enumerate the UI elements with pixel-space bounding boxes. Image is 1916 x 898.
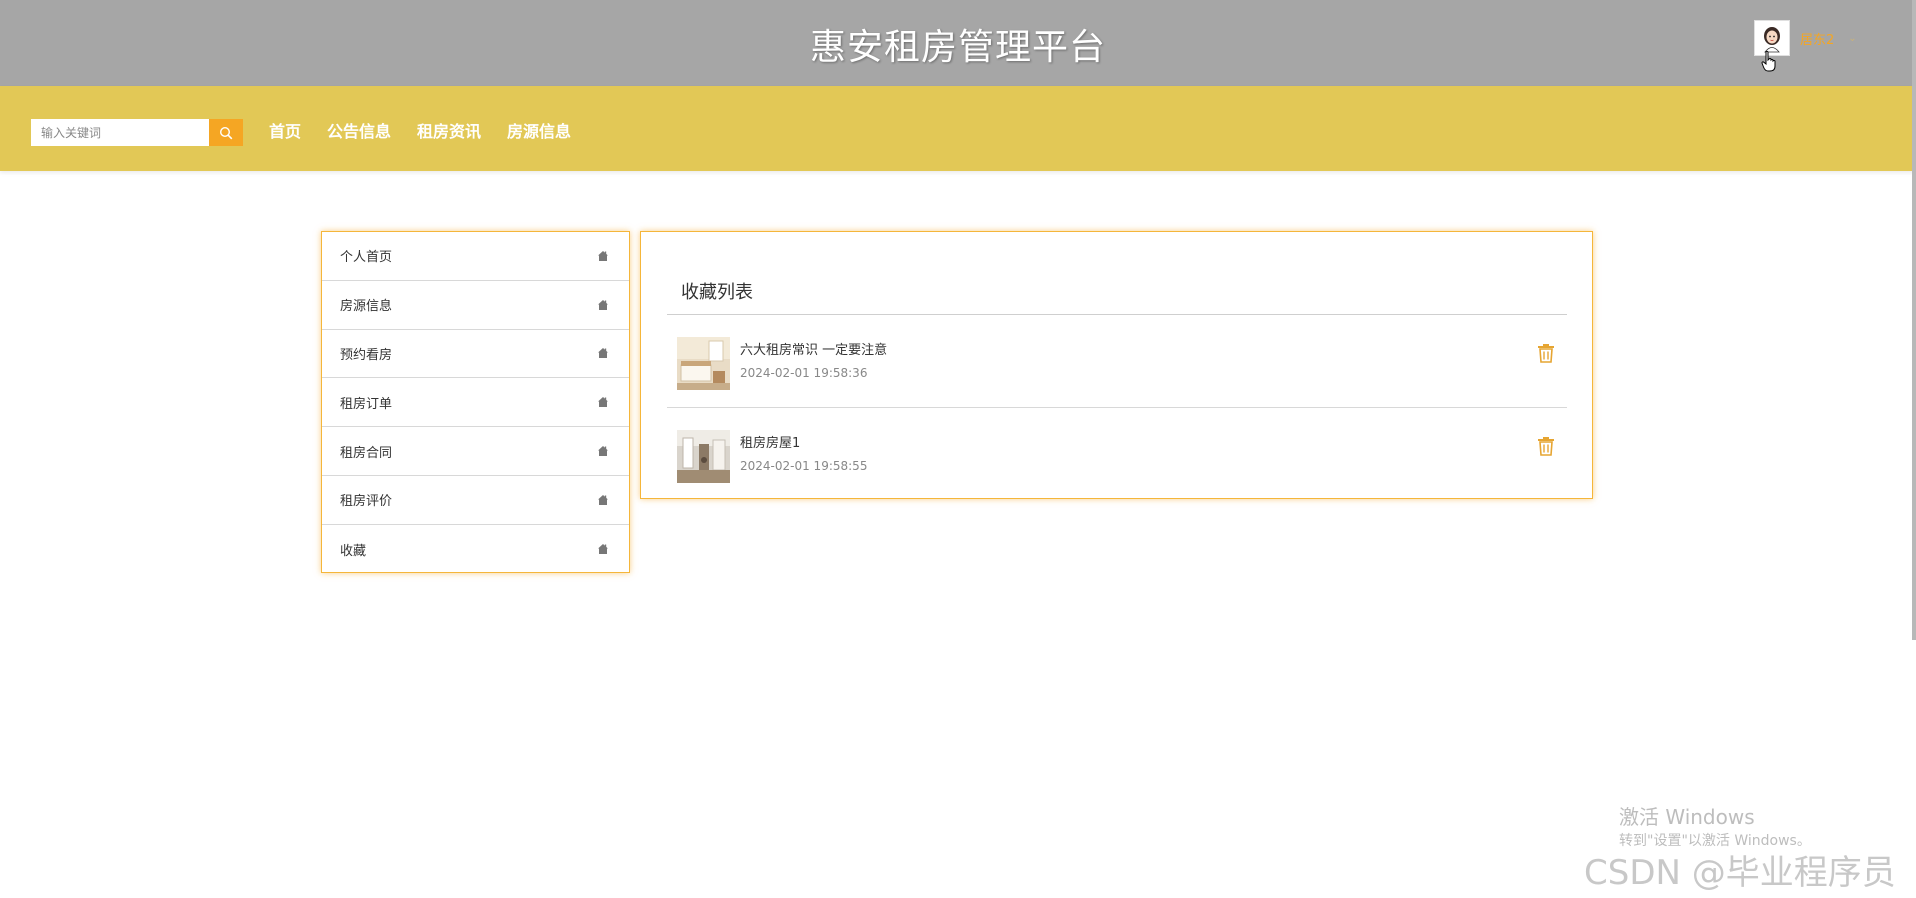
home-icon: [598, 348, 608, 359]
sidebar-item-reviews[interactable]: 租房评价: [322, 476, 629, 525]
top-header-bar: 惠安租房管理平台 居东2 ⌄: [0, 0, 1916, 86]
favorite-timestamp: 2024-02-01 19:58:36: [740, 366, 868, 380]
nav-link-notices[interactable]: 公告信息: [327, 116, 391, 148]
list-item[interactable]: 租房房屋1 2024-02-01 19:58:55: [667, 408, 1567, 501]
sidebar-item-contracts[interactable]: 租房合同: [322, 427, 629, 476]
thumbnail-image[interactable]: [677, 337, 730, 390]
search-icon: [219, 126, 233, 139]
nav-link-home[interactable]: 首页: [269, 116, 301, 148]
sidebar-item-label: 房源信息: [340, 299, 393, 315]
favorite-title[interactable]: 租房房屋1: [740, 432, 800, 451]
user-name[interactable]: 居东2: [1800, 29, 1834, 48]
sidebar-item-label: 租房评价: [340, 494, 393, 510]
nav-link-listings[interactable]: 房源信息: [507, 116, 571, 148]
search-button[interactable]: [209, 119, 243, 146]
thumbnail-image[interactable]: [677, 430, 730, 483]
sidebar-item-profile[interactable]: 个人首页: [322, 232, 629, 281]
sidebar-menu: 个人首页 房源信息 预约看房 租房订单 租房合同 租房评价 收藏: [321, 231, 630, 573]
favorite-title[interactable]: 六大租房常识 一定要注意: [740, 339, 887, 358]
sidebar-item-label: 收藏: [340, 543, 367, 559]
search-input[interactable]: [31, 119, 209, 146]
trash-icon[interactable]: [1537, 436, 1555, 456]
home-icon: [598, 397, 608, 408]
chevron-down-icon[interactable]: ⌄: [1848, 33, 1856, 44]
sidebar-item-label: 预约看房: [340, 347, 393, 363]
page-title: 收藏列表: [681, 282, 753, 303]
home-icon: [598, 446, 608, 457]
nav-links: 首页 公告信息 租房资讯 房源信息: [269, 116, 571, 148]
sidebar-item-favorites[interactable]: 收藏: [322, 525, 629, 574]
search-box: [31, 119, 243, 146]
list-item[interactable]: 六大租房常识 一定要注意 2024-02-01 19:58:36: [667, 315, 1567, 408]
trash-icon[interactable]: [1537, 343, 1555, 363]
sidebar-item-viewing[interactable]: 预约看房: [322, 330, 629, 379]
site-title: 惠安租房管理平台: [809, 27, 1106, 68]
scrollbar[interactable]: [1912, 0, 1916, 640]
csdn-watermark: CSDN @毕业程序员: [1584, 853, 1896, 893]
home-icon: [598, 250, 608, 261]
favorite-timestamp: 2024-02-01 19:58:55: [740, 459, 868, 473]
sidebar-item-label: 个人首页: [340, 250, 393, 266]
hand-cursor-icon: [1761, 50, 1776, 72]
sidebar-item-label: 租房订单: [340, 396, 393, 412]
nav-bar: 首页 公告信息 租房资讯 房源信息: [0, 86, 1916, 171]
sidebar-item-label: 租房合同: [340, 445, 393, 461]
nav-link-news[interactable]: 租房资讯: [417, 116, 481, 148]
windows-activation-title: 激活 Windows: [1619, 805, 1755, 829]
home-icon: [598, 299, 608, 310]
home-icon: [598, 494, 608, 505]
sidebar-item-orders[interactable]: 租房订单: [322, 378, 629, 428]
favorites-panel: 收藏列表 六大租房常识 一定要注意 2024-02-01 19:58:36 租房…: [640, 231, 1593, 499]
home-icon: [598, 544, 608, 555]
sidebar-item-listings[interactable]: 房源信息: [322, 281, 629, 330]
